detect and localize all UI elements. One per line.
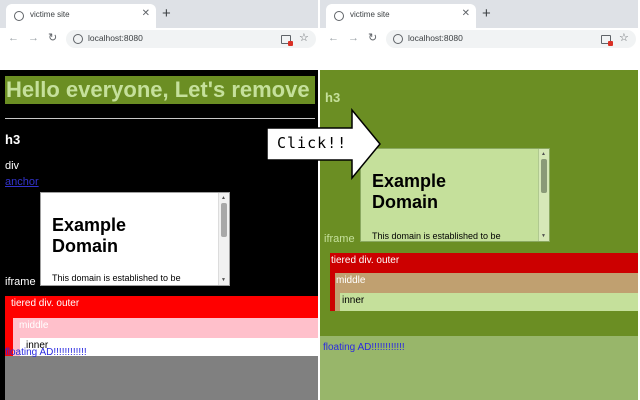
forward-icon[interactable]: → <box>28 32 39 44</box>
tiered-outer-label: tiered div. outer <box>11 298 80 309</box>
browser-window-after: victime site ✕ + ← → ↻ localhost:8080 ☆ … <box>320 0 638 400</box>
page-headline: Hello everyone, Let's remove <box>5 76 315 104</box>
back-icon[interactable]: ← <box>8 32 19 44</box>
back-icon[interactable]: ← <box>328 32 339 44</box>
tiered-outer-label: tiered div. outer <box>331 255 400 266</box>
tiered-middle-label: middle <box>336 275 366 286</box>
div-text: div <box>5 160 20 172</box>
browser-toolbar: ← → ↻ localhost:8080 ☆ <box>0 28 318 50</box>
tab-title: victime site <box>350 10 390 19</box>
example-domain-iframe[interactable]: Example Domain This domain is establishe… <box>40 192 230 286</box>
browser-tab[interactable]: victime site ✕ <box>6 4 156 28</box>
iframe-label: iframe <box>5 276 36 288</box>
iframe-title: Example Domain <box>372 171 446 213</box>
iframe-scrollbar[interactable]: ▲ ▼ <box>218 193 229 285</box>
iframe-body-text: This domain is established to be <box>372 231 501 241</box>
new-tab-button[interactable]: + <box>162 6 171 21</box>
floating-ad-text[interactable]: floating AD!!!!!!!!!!!! <box>5 347 87 358</box>
example-domain-iframe[interactable]: Example Domain This domain is establishe… <box>360 148 550 242</box>
anchor-link[interactable]: anchor <box>5 176 39 188</box>
extension-icon[interactable] <box>601 35 613 46</box>
browser-toolbar: ← → ↻ localhost:8080 ☆ <box>320 28 638 50</box>
scroll-up-arrow-icon[interactable]: ▲ <box>221 195 226 201</box>
h3-heading: h3 <box>5 132 21 147</box>
url-text: localhost:8080 <box>408 33 463 43</box>
browser-window-before: victime site ✕ + ← → ↻ localhost:8080 ☆ … <box>0 0 318 400</box>
iframe-title-line1: Example <box>372 171 447 191</box>
scroll-down-arrow-icon[interactable]: ▼ <box>541 233 546 239</box>
forward-icon[interactable]: → <box>348 32 359 44</box>
tiered-middle-label: middle <box>19 320 49 331</box>
info-icon[interactable] <box>393 34 403 44</box>
tiered-inner-label: inner <box>342 295 365 306</box>
tab-strip: victime site ✕ + <box>0 0 318 28</box>
iframe-title-line2: Domain <box>52 236 119 256</box>
reload-icon[interactable]: ↻ <box>368 32 377 44</box>
browser-tab[interactable]: victime site ✕ <box>326 4 476 28</box>
extension-icon[interactable] <box>281 35 293 46</box>
floating-ad-text[interactable]: floating AD!!!!!!!!!!!! <box>323 342 405 353</box>
close-tab-icon[interactable]: ✕ <box>462 8 470 19</box>
address-bar[interactable]: localhost:8080 ☆ <box>386 30 636 48</box>
iframe-title: Example Domain <box>52 215 126 257</box>
url-text: localhost:8080 <box>88 33 143 43</box>
iframe-title-line2: Domain <box>372 192 439 212</box>
globe-icon <box>14 11 24 21</box>
tiered-div-middle[interactable]: middle inner <box>335 273 638 311</box>
callout-text: Click!! <box>277 134 348 152</box>
bookmark-star-icon[interactable]: ☆ <box>299 31 309 44</box>
tab-title: victime site <box>30 10 70 19</box>
address-bar[interactable]: localhost:8080 ☆ <box>66 30 316 48</box>
close-tab-icon[interactable]: ✕ <box>142 8 150 19</box>
scroll-thumb[interactable] <box>221 203 227 237</box>
click-arrow-callout: Click!! <box>266 108 382 180</box>
reload-icon[interactable]: ↻ <box>48 32 57 44</box>
scroll-down-arrow-icon[interactable]: ▼ <box>221 277 226 283</box>
floating-ad-box[interactable] <box>5 356 318 400</box>
new-tab-button[interactable]: + <box>482 6 491 21</box>
tiered-div-outer[interactable]: tiered div. outer middle inner <box>330 253 638 311</box>
globe-icon <box>334 11 344 21</box>
info-icon[interactable] <box>73 34 83 44</box>
scroll-thumb[interactable] <box>541 159 547 193</box>
tiered-div-inner[interactable]: inner <box>340 293 638 311</box>
h3-heading: h3 <box>325 90 341 105</box>
iframe-title-line1: Example <box>52 215 127 235</box>
bookmark-star-icon[interactable]: ☆ <box>619 31 629 44</box>
scroll-up-arrow-icon[interactable]: ▲ <box>541 151 546 157</box>
tab-strip: victime site ✕ + <box>320 0 638 28</box>
iframe-label: iframe <box>324 233 355 245</box>
iframe-body-text: This domain is established to be <box>52 273 181 283</box>
iframe-scrollbar[interactable]: ▲ ▼ <box>538 149 549 241</box>
